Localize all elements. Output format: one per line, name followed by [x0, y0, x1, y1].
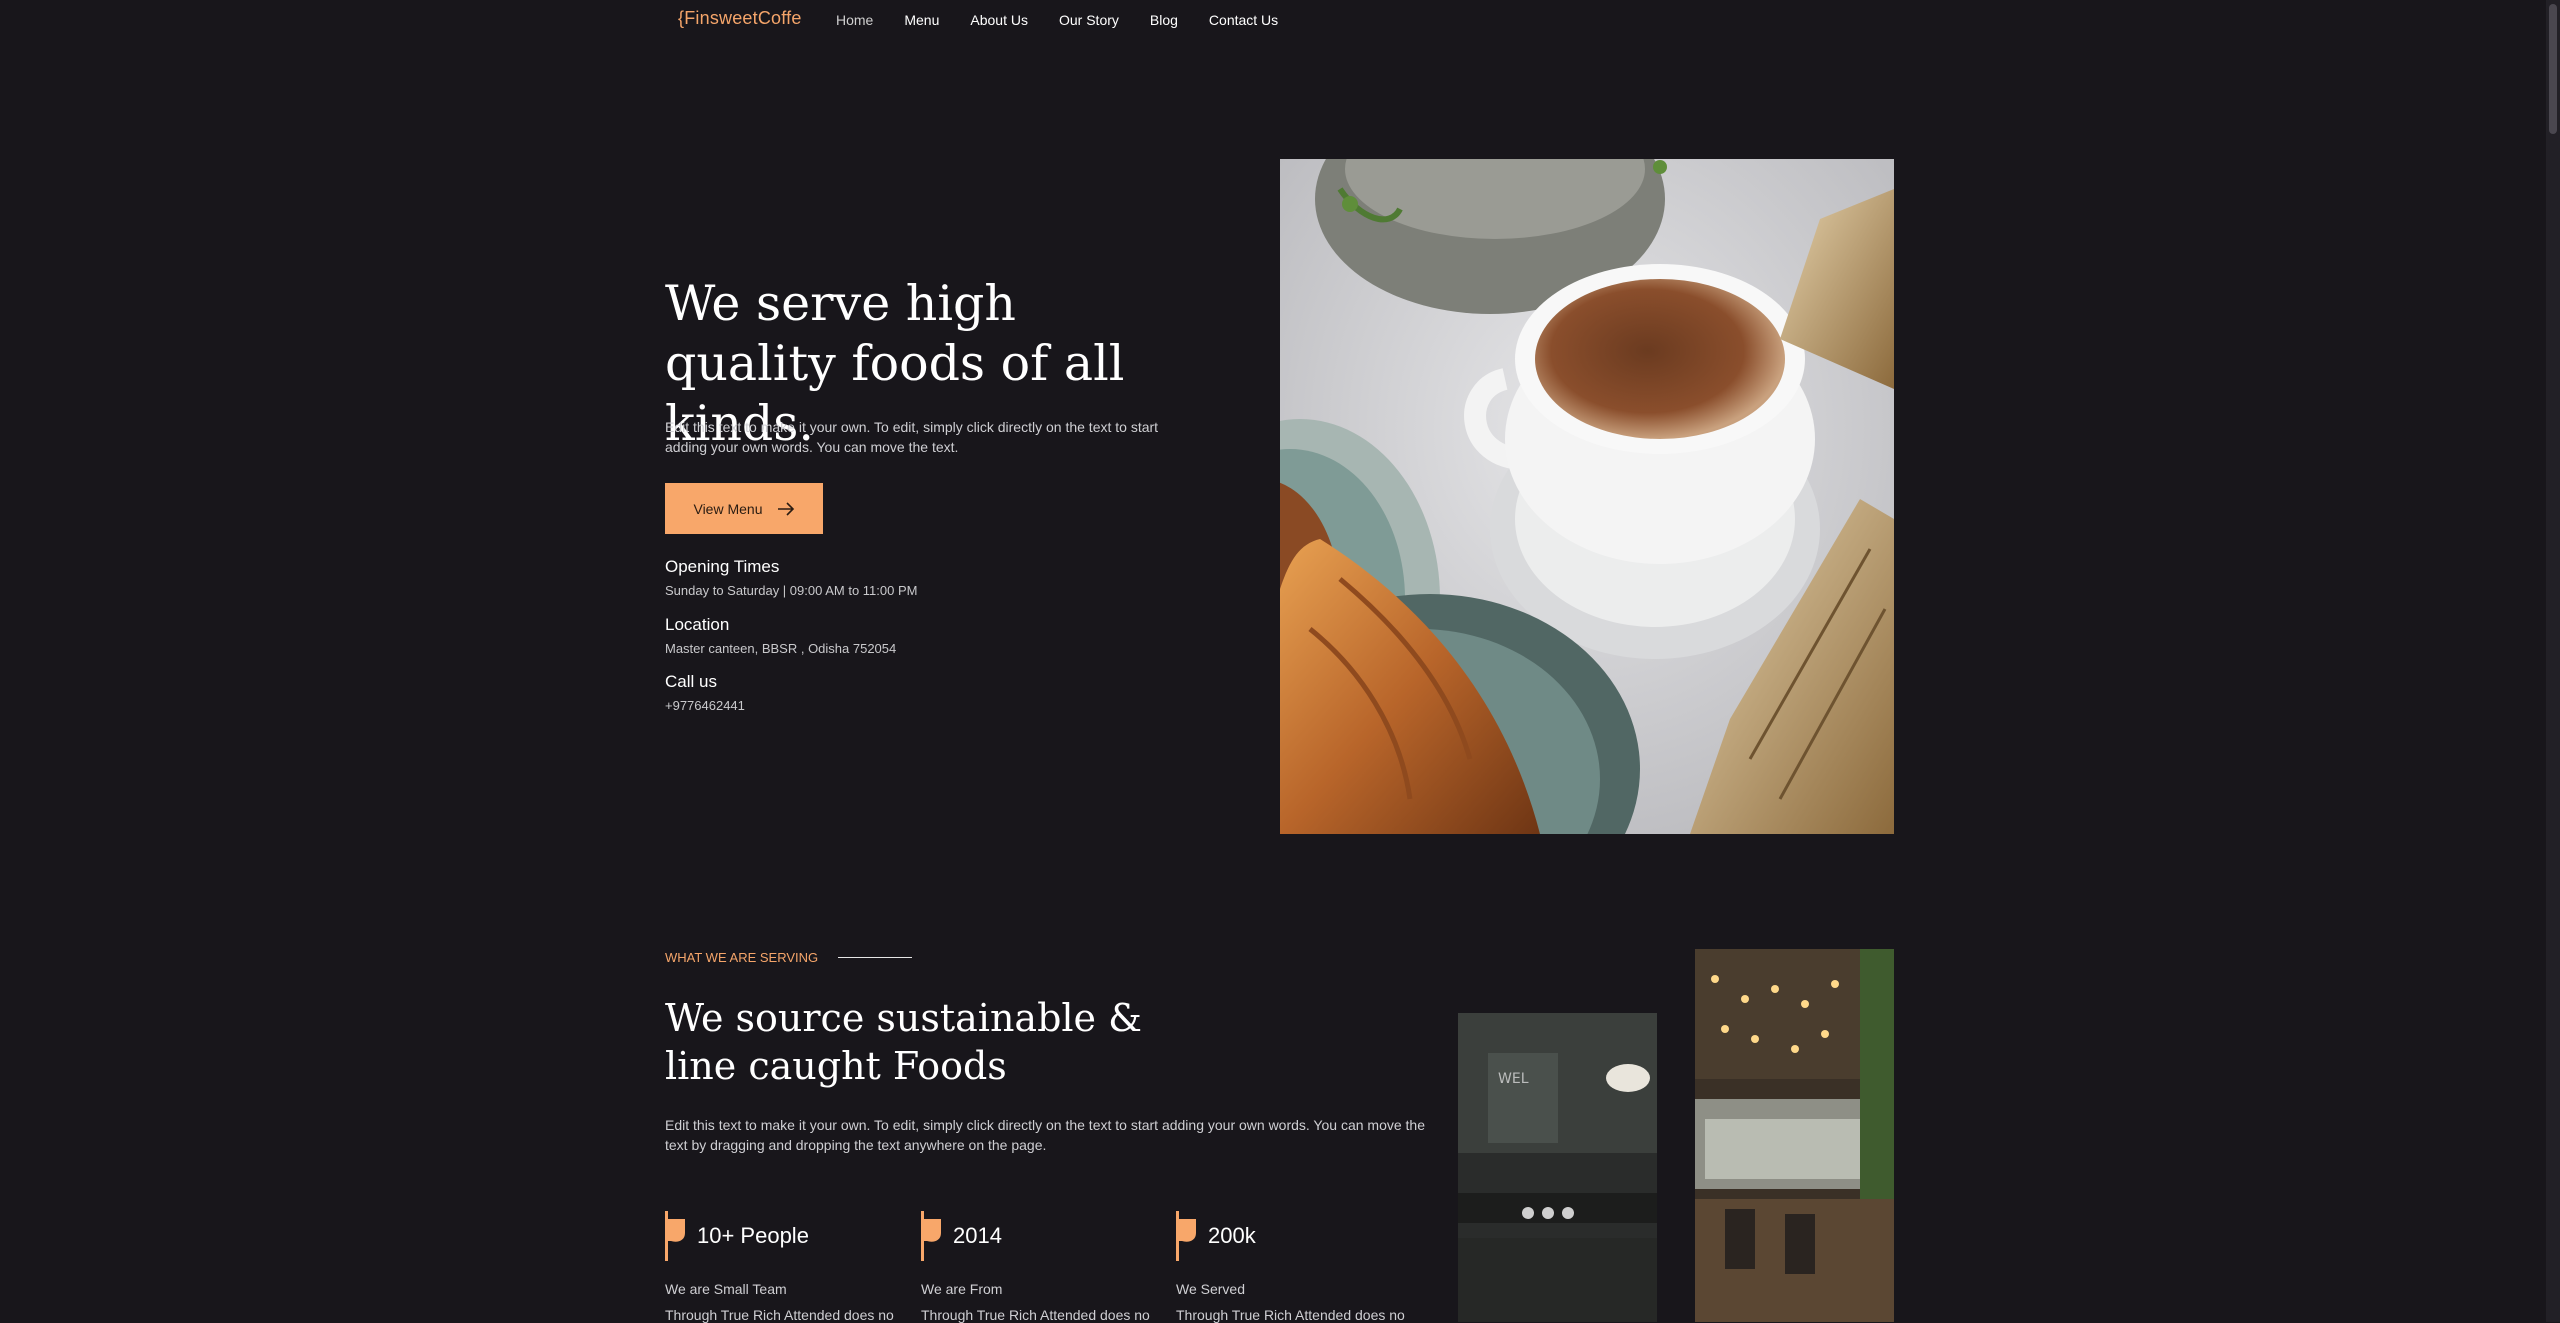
nav-menu[interactable]: Menu [904, 12, 939, 28]
eyebrow-divider [838, 957, 913, 958]
cup-icon [665, 1211, 685, 1261]
cafe-seating-image [1695, 949, 1894, 1322]
main-nav: Home Menu About Us Our Story Blog Contac… [836, 12, 1309, 28]
nav-home[interactable]: Home [836, 12, 873, 28]
call-us-phone[interactable]: +9776462441 [665, 698, 745, 713]
cup-icon [1176, 1211, 1196, 1261]
location-heading: Location [665, 615, 730, 634]
stat-team-value: 10+ People [697, 1223, 809, 1248]
opening-times-heading: Opening Times [665, 557, 780, 576]
restaurant-interior-image: WEL [1458, 1013, 1657, 1322]
nav-blog[interactable]: Blog [1150, 12, 1178, 28]
eyebrow-label: WHAT WE ARE SERVING [665, 950, 819, 965]
scrollbar-thumb[interactable] [2549, 4, 2557, 134]
brand-logo[interactable]: {FinsweetCoffe [678, 8, 802, 29]
view-menu-label: View Menu [693, 500, 763, 517]
location-text: Master canteen, BBSR , Odisha 752054 [665, 641, 897, 656]
nav-about-us[interactable]: About Us [970, 12, 1028, 28]
stat-served: 200k We Served Through True Rich Attende… [1176, 1211, 1416, 1323]
arrow-right-icon [777, 501, 794, 516]
section-description: Edit this text to make it your own. To e… [665, 1117, 1425, 1153]
opening-times: Opening Times Sunday to Saturday | 09:00… [665, 557, 917, 598]
opening-times-text: Sunday to Saturday | 09:00 AM to 11:00 P… [665, 583, 918, 598]
view-menu-button[interactable]: View Menu [665, 483, 823, 534]
stat-served-label: We Served [1176, 1281, 1245, 1297]
stat-year-text: Through True Rich Attended does no [921, 1307, 1150, 1323]
hero-coffee-image [1280, 159, 1894, 834]
page-scrollbar[interactable] [2546, 0, 2560, 1322]
section-title: We source sustainable & line caught Food… [665, 996, 1142, 1088]
stat-year-value: 2014 [953, 1223, 1002, 1248]
stat-year-label: We are From [921, 1281, 1003, 1297]
stat-served-value: 200k [1208, 1223, 1256, 1248]
hero-description: Edit this text to make it your own. To e… [665, 419, 1159, 455]
stat-team-label: We are Small Team [665, 1281, 787, 1297]
location: Location Master canteen, BBSR , Odisha 7… [665, 615, 896, 656]
nav-contact-us[interactable]: Contact Us [1209, 12, 1278, 28]
nav-our-story[interactable]: Our Story [1059, 12, 1119, 28]
call-us-heading: Call us [665, 672, 717, 691]
stat-team-text: Through True Rich Attended does no [665, 1307, 894, 1323]
call-us: Call us +9776462441 [665, 672, 745, 713]
svg-text:WEL: WEL [1498, 1071, 1529, 1087]
stat-served-text: Through True Rich Attended does no [1176, 1307, 1405, 1323]
stat-year: 2014 We are From Through True Rich Atten… [921, 1211, 1161, 1323]
stat-team: 10+ People We are Small Team Through Tru… [665, 1211, 905, 1323]
section-eyebrow: WHAT WE ARE SERVING [665, 950, 913, 965]
cup-icon [921, 1211, 941, 1261]
